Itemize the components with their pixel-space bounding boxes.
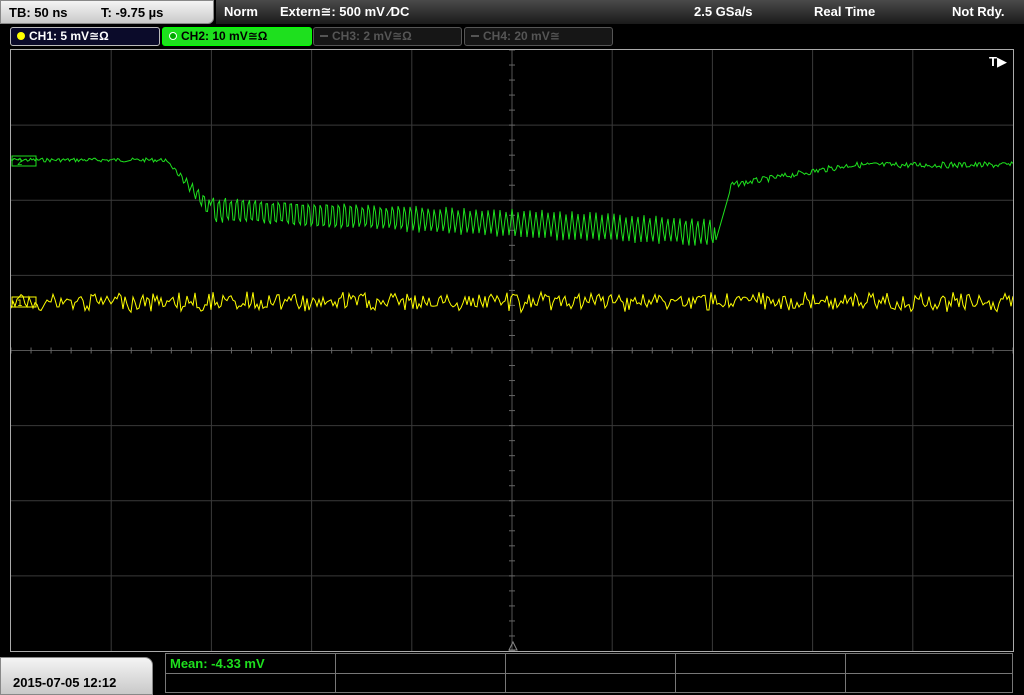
measurement-cell[interactable] xyxy=(846,674,1012,692)
ch2-marker-label: 2 xyxy=(17,158,23,168)
measurement-cell[interactable]: Mean: -4.33 mV xyxy=(166,654,336,674)
ch1-label: CH1: 5 mV≅Ω xyxy=(29,29,109,43)
trigger-position-icon[interactable] xyxy=(508,640,518,651)
measurement-cell[interactable] xyxy=(676,654,846,674)
ch1-marker-label: 1 xyxy=(17,299,23,309)
datetime-display: 2015-07-05 12:12 xyxy=(0,657,153,695)
acquisition-state: Not Rdy. xyxy=(952,4,1005,19)
acquisition-mode[interactable]: Real Time xyxy=(814,4,875,19)
measurement-cell[interactable] xyxy=(676,674,846,692)
ch4-off-icon xyxy=(471,35,479,37)
timebase-label: TB: 50 ns xyxy=(9,5,68,20)
ch3-label: CH3: 2 mV≅Ω xyxy=(332,29,412,43)
tab-ch2[interactable]: CH2: 10 mV≅Ω xyxy=(162,27,312,46)
measurement-cell[interactable] xyxy=(336,654,506,674)
ch2-indicator-icon xyxy=(169,32,177,40)
trigger-mode[interactable]: Norm xyxy=(224,4,258,19)
status-bar: Norm Extern≅: 500 mV ⁄DC 2.5 GSa/s Real … xyxy=(216,0,1024,24)
ch1-indicator-icon xyxy=(17,32,25,40)
trigger-time-label: T: -9.75 µs xyxy=(101,5,164,20)
trigger-source[interactable]: Extern≅: 500 mV ⁄DC xyxy=(280,4,409,20)
ch4-label: CH4: 20 mV≅ xyxy=(483,29,560,43)
sample-rate[interactable]: 2.5 GSa/s xyxy=(694,4,753,19)
measurement-cell[interactable] xyxy=(506,674,676,692)
measurement-cell[interactable] xyxy=(846,654,1012,674)
measurement-cell[interactable] xyxy=(336,674,506,692)
graticule xyxy=(11,50,1013,651)
tab-ch3[interactable]: CH3: 2 mV≅Ω xyxy=(313,27,462,46)
ch2-label: CH2: 10 mV≅Ω xyxy=(181,29,268,43)
ch3-off-icon xyxy=(320,35,328,37)
tab-ch1[interactable]: CH1: 5 mV≅Ω xyxy=(10,27,160,46)
trigger-level-icon[interactable]: T▶ xyxy=(989,54,1007,70)
waveform-display[interactable]: 2 1 T▶ xyxy=(10,49,1014,652)
measurement-cell[interactable] xyxy=(166,674,336,692)
mean-measurement: Mean: -4.33 mV xyxy=(170,656,265,671)
timebase-panel[interactable]: TB: 50 ns T: -9.75 µs xyxy=(0,0,214,24)
measurement-table[interactable]: Mean: -4.33 mV xyxy=(165,653,1013,693)
waveform-canvas: 2 1 xyxy=(11,50,1013,651)
ch2-marker-icon[interactable]: 2 xyxy=(11,155,37,168)
measurement-cell[interactable] xyxy=(506,654,676,674)
tab-ch4[interactable]: CH4: 20 mV≅ xyxy=(464,27,613,46)
